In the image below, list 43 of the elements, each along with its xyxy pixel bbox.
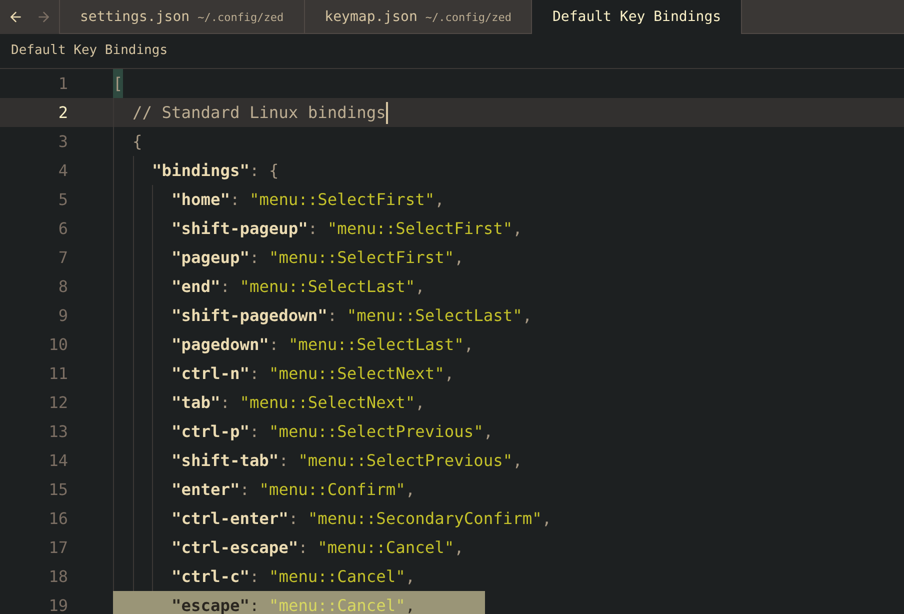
line-number: 17 — [48, 536, 68, 558]
line-number: 3 — [57, 130, 68, 152]
back-icon[interactable] — [8, 9, 24, 25]
line-number: 5 — [57, 188, 68, 210]
text-cursor — [386, 102, 388, 124]
editor-tab[interactable]: settings.json ~/.config/zed — [60, 0, 305, 34]
code-line: "pageup": "menu::SelectFirst", — [170, 247, 465, 269]
line-number: 6 — [57, 218, 68, 240]
line-number: 13 — [48, 420, 68, 442]
line-number: 7 — [57, 246, 68, 268]
line-number: 18 — [48, 566, 68, 588]
line-number: 11 — [48, 362, 68, 384]
editor-tab[interactable]: Default Key Bindings — [532, 0, 742, 34]
line-number: 10 — [48, 334, 68, 356]
code-line: { — [131, 131, 144, 153]
line-number: 8 — [57, 276, 68, 298]
line-number: 14 — [48, 450, 68, 472]
code-line: "pagedown": "menu::SelectLast", — [170, 334, 475, 356]
code-line: "end": "menu::SelectLast", — [170, 276, 426, 298]
code-line: "ctrl-escape": "menu::Cancel", — [170, 537, 465, 559]
code-line: "shift-pageup": "menu::SelectFirst", — [170, 218, 524, 240]
line-number: 16 — [48, 508, 68, 530]
line-number: 4 — [57, 160, 68, 182]
forward-icon[interactable] — [36, 9, 51, 25]
code-line: "enter": "menu::Confirm", — [170, 479, 416, 501]
code-line: // Standard Linux bindings — [131, 100, 389, 126]
line-number: 1 — [57, 72, 68, 94]
line-number: 15 — [48, 478, 68, 500]
line-number: 19 — [48, 594, 68, 614]
code-line: "shift-tab": "menu::SelectPrevious", — [170, 450, 524, 472]
code-line: "bindings": { — [150, 160, 280, 182]
code-line: "shift-pagedown": "menu::SelectLast", — [170, 305, 534, 327]
code-line: "home": "menu::SelectFirst", — [170, 189, 446, 211]
breadcrumb[interactable]: Default Key Bindings — [11, 41, 168, 61]
code-line: "ctrl-n": "menu::SelectNext", — [170, 363, 456, 385]
code-line: "ctrl-c": "menu::Cancel", — [170, 566, 416, 588]
code-line: "ctrl-p": "menu::SelectPrevious", — [170, 421, 494, 443]
line-number: 12 — [48, 392, 68, 414]
line-number: 9 — [57, 304, 68, 326]
code-line: "tab": "menu::SelectNext", — [170, 392, 426, 414]
line-number: 2 — [57, 102, 68, 124]
code-line: "ctrl-enter": "menu::SecondaryConfirm", — [170, 508, 553, 530]
code-line: [ — [113, 69, 193, 98]
